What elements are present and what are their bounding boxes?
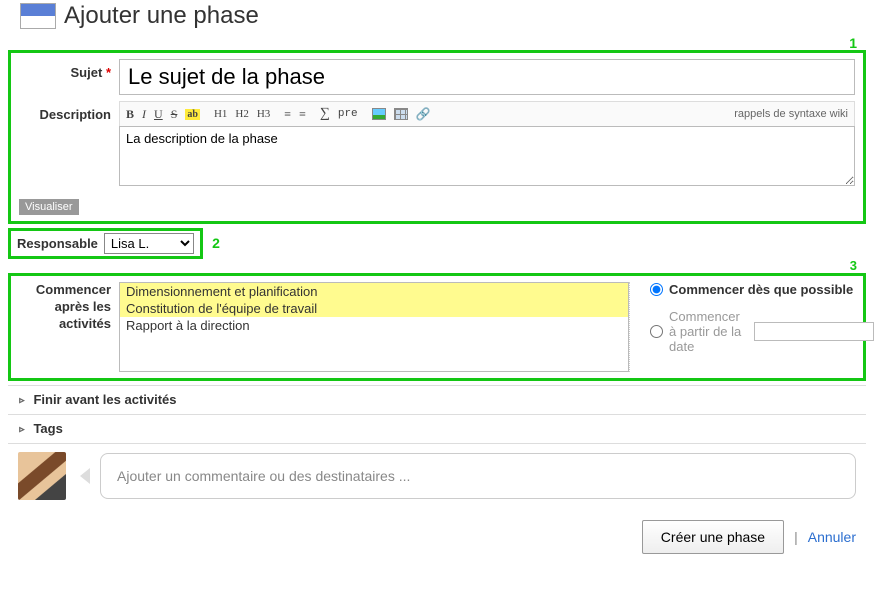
start-date-input[interactable] xyxy=(754,322,874,341)
strike-icon[interactable]: S xyxy=(171,107,178,122)
highlight-icon[interactable]: ab xyxy=(185,109,200,120)
description-label: Description xyxy=(19,101,119,122)
speech-tail-icon xyxy=(80,468,90,484)
avatar xyxy=(18,452,66,500)
h3-icon[interactable]: H3 xyxy=(257,108,270,120)
page-header: Ajouter une phase xyxy=(0,0,874,36)
comment-input[interactable]: Ajouter un commentaire ou des destinatai… xyxy=(100,453,856,499)
link-icon[interactable]: 🔗 xyxy=(416,107,431,122)
activity-item[interactable]: Dimensionnement et planification xyxy=(120,283,628,300)
form-actions: Créer une phase | Annuler xyxy=(0,508,874,562)
subject-label: Sujet * xyxy=(19,59,119,80)
bold-icon[interactable]: B xyxy=(126,107,134,122)
responsible-box: Responsable Lisa L. 2 xyxy=(8,228,203,259)
rte-toolbar: B I U S ab H1 H2 H3 ≡ ≡ ∑ pre xyxy=(119,101,855,126)
start-asap-label: Commencer dès que possible xyxy=(669,282,853,297)
start-asap-option[interactable]: Commencer dès que possible xyxy=(650,282,874,297)
description-textarea[interactable]: La description de la phase xyxy=(119,126,855,186)
bullet-list-icon[interactable]: ≡ xyxy=(284,107,291,122)
start-asap-radio[interactable] xyxy=(650,283,663,296)
start-from-date-option[interactable]: Commencer à partir de la date xyxy=(650,309,874,354)
step-number-3: 3 xyxy=(850,258,857,273)
cancel-link[interactable]: Annuler xyxy=(808,529,856,545)
activity-listbox[interactable]: Dimensionnement et planificationConstitu… xyxy=(119,282,629,372)
h2-icon[interactable]: H2 xyxy=(235,108,248,120)
preview-button[interactable]: Visualiser xyxy=(19,199,79,215)
step-number-1: 1 xyxy=(849,35,857,51)
separator: | xyxy=(794,529,798,545)
ordered-list-icon[interactable]: ≡ xyxy=(299,107,306,122)
start-options-box: 3 Commencer après les activités Dimensio… xyxy=(8,273,866,381)
phase-icon xyxy=(20,3,56,29)
required-asterisk: * xyxy=(106,65,111,80)
comment-composer: Ajouter un commentaire ou des destinatai… xyxy=(18,452,856,500)
page-title: Ajouter une phase xyxy=(64,2,259,30)
italic-icon[interactable]: I xyxy=(142,107,146,122)
h1-icon[interactable]: H1 xyxy=(214,108,227,120)
image-icon[interactable] xyxy=(372,108,386,120)
responsible-label: Responsable xyxy=(17,236,98,251)
wiki-syntax-link[interactable]: rappels de syntaxe wiki xyxy=(734,108,848,120)
subject-input[interactable] xyxy=(119,59,855,95)
finish-before-section[interactable]: ▹ Finir avant les activités xyxy=(8,385,866,414)
finish-before-label: Finir avant les activités xyxy=(33,392,176,407)
activity-item[interactable]: Rapport à la direction xyxy=(120,317,628,334)
create-phase-button[interactable]: Créer une phase xyxy=(642,520,784,554)
step-number-2: 2 xyxy=(212,235,220,251)
start-from-date-radio[interactable] xyxy=(650,325,663,338)
activity-item[interactable]: Constitution de l'équipe de travail xyxy=(120,300,628,317)
subject-description-box: 1 Sujet * Description B I U S ab H1 H2 xyxy=(8,50,866,224)
tags-section[interactable]: ▹ Tags xyxy=(8,414,866,444)
responsible-select[interactable]: Lisa L. xyxy=(104,233,194,254)
start-after-label: Commencer après les activités xyxy=(19,282,119,372)
tags-label: Tags xyxy=(33,421,62,436)
underline-icon[interactable]: U xyxy=(154,107,163,122)
chevron-right-icon: ▹ xyxy=(18,422,26,437)
preformatted-icon[interactable]: pre xyxy=(338,108,358,120)
table-icon[interactable] xyxy=(394,108,408,120)
start-from-date-label: Commencer à partir de la date xyxy=(669,309,748,354)
chevron-right-icon: ▹ xyxy=(18,393,26,408)
formula-icon[interactable]: ∑ xyxy=(320,106,330,122)
